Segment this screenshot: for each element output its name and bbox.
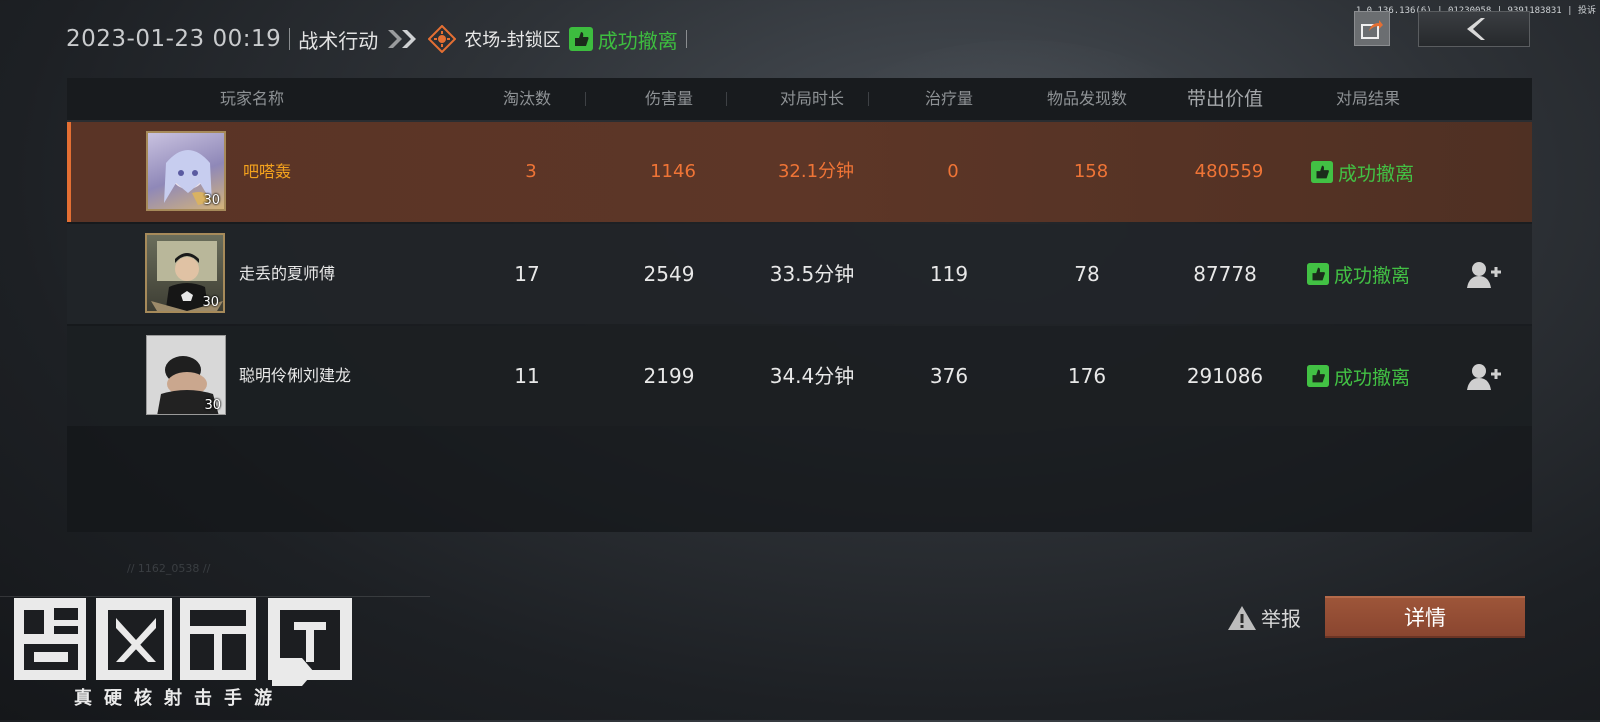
warning-icon [1228, 605, 1256, 630]
back-arrow-icon [1467, 18, 1485, 40]
header-result-label: 成功撤离 [597, 28, 678, 53]
share-button[interactable] [1354, 11, 1390, 46]
damage-value: 2549 [643, 262, 695, 286]
value-value: 87778 [1193, 262, 1257, 286]
table-row: 30 聪明伶俐刘建龙 11 2199 34.4分钟 376 176 291086… [67, 326, 1532, 426]
col-heal: 治疗量 [924, 89, 973, 108]
logo-divider [0, 596, 430, 597]
table-row-self: 30 吧嗒轰 3 1146 32.1分钟 0 158 480559 成功撤离 [67, 122, 1532, 222]
add-friend-icon[interactable] [1467, 260, 1501, 290]
items-value: 78 [1074, 262, 1100, 286]
detail-button[interactable]: 详情 [1325, 596, 1525, 638]
column-divider [726, 92, 727, 106]
evac-success-icon [1311, 161, 1333, 183]
logo-subtitle: 真硬核射击手游 [74, 687, 284, 709]
col-kills: 淘汰数 [502, 89, 551, 108]
col-duration: 对局时长 [779, 89, 844, 108]
avatar[interactable]: 30 [146, 335, 226, 415]
damage-value: 2199 [643, 364, 695, 388]
player-result-label: 成功撤离 [1334, 366, 1411, 389]
share-icon [1361, 19, 1383, 39]
avatar[interactable]: 30 [145, 233, 225, 313]
game-mode: 战术行动 [298, 28, 379, 53]
player-name: 吧嗒轰 [243, 162, 292, 181]
col-value: 带出价值 [1186, 88, 1263, 110]
evac-success-icon [1307, 365, 1329, 387]
duration-value: 33.5分钟 [769, 262, 855, 286]
damage-value: 1146 [650, 161, 696, 182]
player-result: 成功撤离 [1311, 122, 1414, 222]
player-result: 成功撤离 [1307, 326, 1410, 426]
map-name: 农场-封锁区 [464, 30, 561, 51]
column-divider [868, 92, 869, 106]
kills-value: 17 [514, 262, 540, 286]
chevron-double-icon [386, 28, 420, 50]
header-divider-end [685, 30, 687, 48]
player-result-label: 成功撤离 [1338, 162, 1415, 185]
header-divider [289, 28, 291, 50]
duration-value: 32.1分钟 [777, 161, 855, 182]
kills-value: 3 [525, 161, 537, 182]
player-name: 聪明伶俐刘建龙 [239, 366, 352, 385]
value-value: 291086 [1186, 364, 1264, 388]
col-items: 物品发现数 [1046, 89, 1127, 108]
items-value: 176 [1067, 364, 1107, 388]
avatar[interactable]: 30 [146, 131, 226, 211]
heal-value: 0 [947, 161, 959, 182]
player-result-label: 成功撤离 [1334, 264, 1411, 287]
match-id: // 1162_0538 // [127, 562, 211, 575]
column-divider [585, 92, 586, 106]
header-result: 成功撤离 [568, 25, 678, 54]
map-marker-icon [427, 24, 457, 54]
match-header: 2023-01-23 00:19 战术行动 农场-封锁区 成功撤离 [66, 22, 687, 56]
player-level: 30 [203, 193, 220, 208]
scoreboard-table: 玩家名称 淘汰数 伤害量 对局时长 治疗量 物品发现数 带出价值 对局结果 30… [67, 78, 1532, 532]
duration-value: 34.4分钟 [769, 364, 855, 388]
evac-success-icon [1307, 263, 1329, 285]
player-level: 30 [204, 398, 221, 413]
heal-value: 376 [929, 364, 969, 388]
detail-label: 详情 [1404, 606, 1446, 630]
player-result: 成功撤离 [1307, 224, 1410, 324]
col-damage: 伤害量 [644, 89, 693, 108]
back-button[interactable] [1418, 11, 1530, 47]
kills-value: 11 [514, 364, 540, 388]
heal-value: 119 [929, 262, 969, 286]
items-value: 158 [1073, 161, 1109, 182]
col-result: 对局结果 [1335, 89, 1400, 108]
add-friend-icon[interactable] [1467, 362, 1501, 392]
table-row: 30 走丢的夏师傅 17 2549 33.5分钟 119 78 87778 成功… [67, 224, 1532, 324]
report-button[interactable]: 举报 [1227, 603, 1301, 632]
value-value: 480559 [1194, 161, 1264, 182]
report-label: 举报 [1261, 607, 1301, 631]
evac-success-icon [568, 27, 593, 51]
player-level: 30 [202, 295, 219, 310]
col-player-name: 玩家名称 [219, 89, 284, 108]
table-header: 玩家名称 淘汰数 伤害量 对局时长 治疗量 物品发现数 带出价值 对局结果 [67, 78, 1532, 122]
player-name: 走丢的夏师傅 [239, 264, 336, 283]
match-date: 2023-01-23 00:19 [66, 26, 282, 52]
game-logo: 真硬核射击手游 [10, 598, 360, 718]
